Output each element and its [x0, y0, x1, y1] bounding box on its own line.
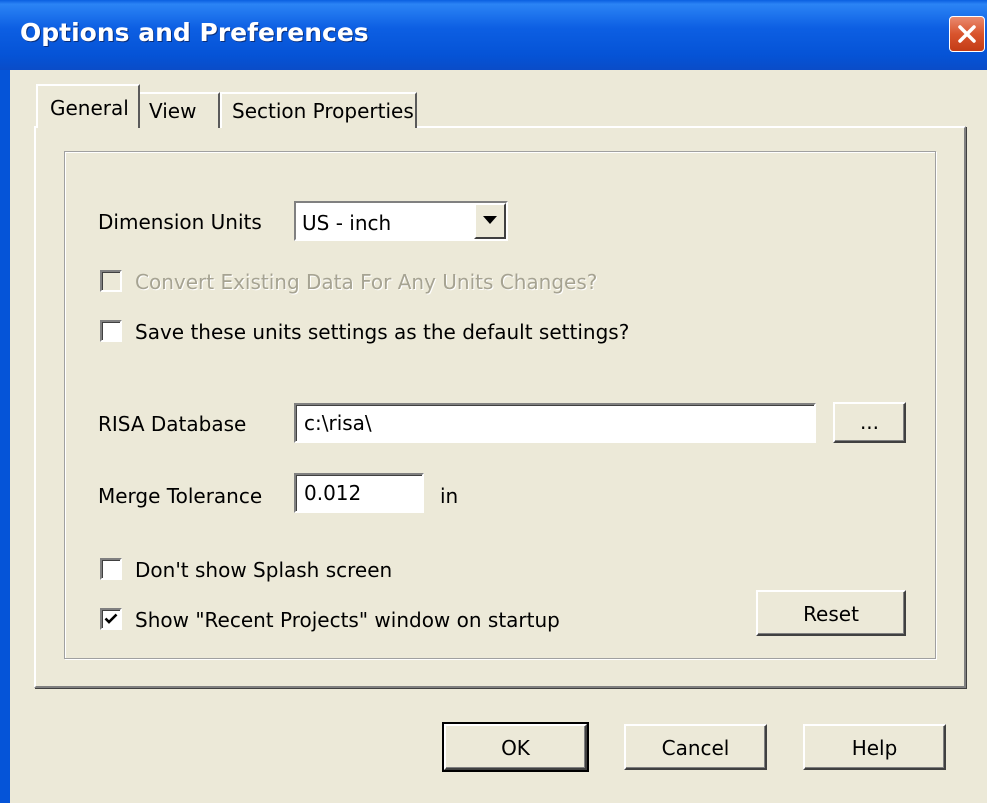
- close-button[interactable]: [949, 16, 985, 52]
- dimension-units-value: US - inch: [302, 211, 392, 235]
- tab-general-label: General: [50, 96, 129, 120]
- close-icon: [958, 25, 976, 43]
- ok-button-label: OK: [501, 736, 530, 760]
- tab-view-label: View: [149, 99, 197, 123]
- dropdown-arrow-icon: [483, 216, 497, 224]
- help-button[interactable]: Help: [803, 724, 946, 770]
- help-button-label: Help: [851, 736, 898, 760]
- recent-projects-label: Show "Recent Projects" window on startup: [135, 608, 560, 632]
- risa-database-field[interactable]: [294, 403, 816, 443]
- tab-section-properties-label: Section Properties: [232, 99, 414, 123]
- title-bar[interactable]: Options and Preferences: [0, 0, 987, 70]
- reset-button-label: Reset: [803, 602, 859, 626]
- tab-view[interactable]: View: [138, 92, 220, 128]
- no-splash-checkbox[interactable]: [100, 558, 122, 580]
- cancel-button[interactable]: Cancel: [624, 724, 767, 770]
- options-dialog: Options and Preferences General View Sec…: [0, 0, 987, 803]
- browse-database-button[interactable]: ...: [833, 402, 906, 443]
- merge-tolerance-unit: in: [440, 484, 459, 508]
- save-default-checkbox[interactable]: [100, 320, 122, 342]
- dimension-units-label: Dimension Units: [98, 210, 262, 234]
- ok-button[interactable]: OK: [442, 722, 589, 772]
- convert-existing-checkbox[interactable]: [100, 270, 122, 292]
- convert-existing-label: Convert Existing Data For Any Units Chan…: [135, 270, 598, 294]
- window-border: [0, 70, 10, 803]
- save-default-label: Save these units settings as the default…: [135, 320, 630, 344]
- tab-section-properties[interactable]: Section Properties: [220, 92, 417, 128]
- risa-database-label: RISA Database: [98, 412, 247, 436]
- cancel-button-label: Cancel: [661, 736, 730, 760]
- merge-tolerance-label: Merge Tolerance: [98, 484, 263, 508]
- browse-database-label: ...: [859, 410, 880, 434]
- tab-general[interactable]: General: [36, 84, 140, 128]
- no-splash-label: Don't show Splash screen: [135, 558, 393, 582]
- reset-button[interactable]: Reset: [756, 590, 906, 636]
- dimension-units-select[interactable]: US - inch: [294, 201, 508, 241]
- merge-tolerance-field[interactable]: [294, 473, 424, 513]
- dimension-units-dropdown-button[interactable]: [474, 203, 506, 239]
- checkmark-icon: [104, 613, 118, 624]
- recent-projects-checkbox[interactable]: [100, 608, 122, 630]
- dialog-title: Options and Preferences: [20, 18, 369, 47]
